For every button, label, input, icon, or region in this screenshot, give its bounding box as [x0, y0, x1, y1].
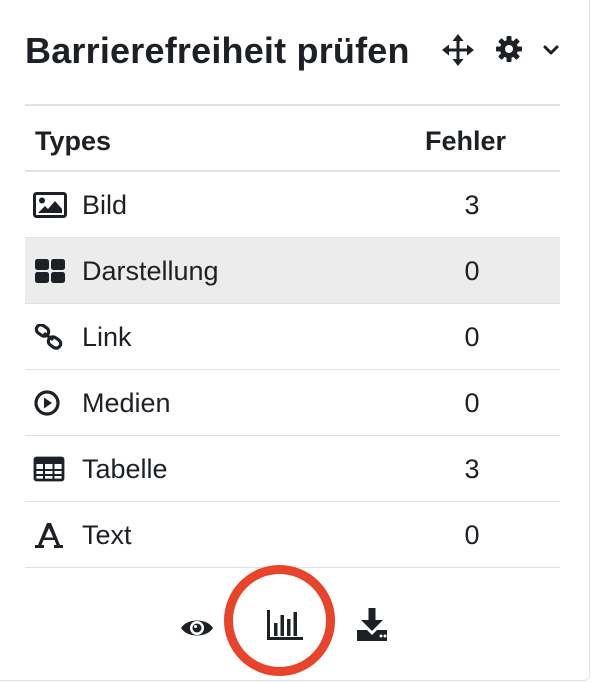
table-row-link[interactable]: Link 0 — [25, 304, 560, 370]
row-label: Tabelle — [82, 454, 168, 484]
row-count: 0 — [464, 388, 480, 418]
row-label: Link — [82, 322, 132, 352]
table-row-tabelle[interactable]: Tabelle 3 — [25, 436, 560, 502]
block-footer-actions — [0, 596, 590, 656]
block-title: Barrierefreiheit prüfen — [25, 30, 410, 71]
row-label: Medien — [82, 388, 171, 418]
image-icon — [33, 192, 67, 218]
table-row-medien[interactable]: Medien 0 — [25, 370, 560, 436]
table-row-bild[interactable]: Bild 3 — [25, 172, 560, 238]
table-row-darstellung[interactable]: Darstellung 0 — [25, 238, 560, 304]
row-label: Darstellung — [82, 256, 219, 286]
chevron-down-icon[interactable] — [541, 40, 561, 60]
row-label: Bild — [82, 190, 128, 220]
row-count: 0 — [464, 520, 480, 550]
eye-icon[interactable] — [180, 616, 214, 640]
layout-grid-icon — [35, 259, 65, 283]
row-count: 3 — [464, 454, 480, 484]
play-circle-icon — [34, 390, 60, 416]
accessibility-check-block: Barrierefreiheit prüfen Types Fehler Bil… — [0, 0, 590, 681]
row-count: 0 — [464, 256, 480, 286]
column-header-errors: Fehler — [425, 126, 507, 156]
gear-icon[interactable] — [495, 35, 523, 63]
font-icon — [35, 523, 63, 548]
row-count: 0 — [464, 322, 480, 352]
table-header-row: Types Fehler — [25, 104, 560, 172]
block-header: Barrierefreiheit prüfen — [25, 22, 565, 78]
table-icon — [33, 456, 65, 482]
table-row-text[interactable]: Text 0 — [25, 502, 560, 568]
move-icon[interactable] — [442, 34, 474, 66]
row-label: Text — [82, 520, 132, 550]
error-types-table: Types Fehler Bild 3 Darstellung 0 Link 0… — [25, 104, 560, 568]
bar-chart-icon[interactable] — [266, 609, 304, 641]
download-icon[interactable] — [356, 608, 388, 642]
row-count: 3 — [464, 190, 480, 220]
link-icon — [34, 324, 63, 350]
column-header-types: Types — [35, 126, 112, 156]
